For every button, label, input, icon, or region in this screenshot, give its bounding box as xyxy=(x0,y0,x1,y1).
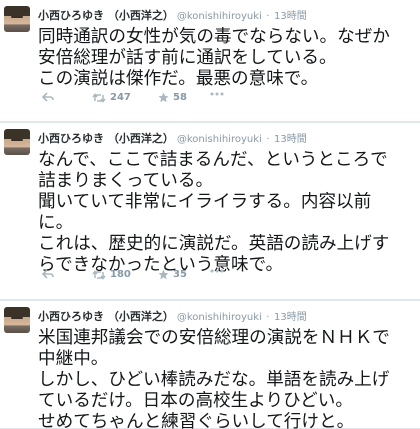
tweet-text-line: 同時通訳の女性が気の毒でならない。なぜか xyxy=(38,27,390,47)
retweet-button[interactable]: 180 xyxy=(92,269,131,280)
tweet-text-line: なんで、ここで詰まるんだ、というところで xyxy=(38,150,388,170)
separator: · xyxy=(266,134,270,145)
favorite-count: 58 xyxy=(173,92,187,103)
user-handle[interactable]: @konishihiroyuki xyxy=(177,11,262,22)
user-name[interactable]: 小西ひろゆき （小西洋之） xyxy=(38,132,174,145)
avatar[interactable] xyxy=(4,307,30,333)
tweet-text-line: 詰まりまくっている。 xyxy=(38,171,214,191)
favorite-button[interactable]: 58 xyxy=(158,92,187,103)
retweet-count: 180 xyxy=(110,269,131,280)
more-icon xyxy=(210,92,224,96)
user-name[interactable]: 小西ひろゆき （小西洋之） xyxy=(38,310,174,323)
tweet[interactable]: 小西ひろゆき （小西洋之） @konishihiroyuki · 13時間 同時通… xyxy=(0,0,420,122)
tweet-header: 小西ひろゆき （小西洋之） @konishihiroyuki · 13時間 xyxy=(38,132,307,147)
timestamp[interactable]: 13時間 xyxy=(274,312,307,323)
favorite-icon xyxy=(158,269,169,280)
user-name[interactable]: 小西ひろゆき （小西洋之） xyxy=(38,9,174,22)
timestamp[interactable]: 13時間 xyxy=(274,134,307,145)
separator: · xyxy=(266,312,270,323)
reply-button[interactable] xyxy=(42,269,54,279)
tweet-text-line: ているだけ。日本の高校生よりひどい。 xyxy=(38,391,353,411)
user-handle[interactable]: @konishihiroyuki xyxy=(177,134,262,145)
tweet-text: 米国連邦議会での安倍総理の演説をＮＨＫで 中継中。 しかし、ひどい棒読みだな。単… xyxy=(38,328,416,429)
tweet-text: 同時通訳の女性が気の毒でならない。なぜか 安倍総理が話す前に通訳をしている。 こ… xyxy=(38,27,416,90)
tweet-text-line: 中継中。 xyxy=(38,349,109,369)
tweet-text-line: 安倍総理が話す前に通訳をしている。 xyxy=(38,48,337,68)
tweet-header: 小西ひろゆき （小西洋之） @konishihiroyuki · 13時間 xyxy=(38,9,307,24)
retweet-count: 247 xyxy=(110,92,131,103)
tweet-text: なんで、ここで詰まるんだ、というところで 詰まりまくっている。 聞いていて非常に… xyxy=(38,150,416,276)
favorite-icon xyxy=(158,92,169,103)
tweet-feed: 小西ひろゆき （小西洋之） @konishihiroyuki · 13時間 同時通… xyxy=(0,0,420,429)
more-button[interactable] xyxy=(210,269,224,273)
reply-icon xyxy=(42,269,54,279)
tweet-text-line: この演説は傑作だ。最悪の意味で。 xyxy=(38,69,319,89)
tweet-text-line: せめてちゃんと練習ぐらいして行けと。 xyxy=(38,412,355,429)
favorite-count: 35 xyxy=(173,269,187,280)
tweet-header: 小西ひろゆき （小西洋之） @konishihiroyuki · 13時間 xyxy=(38,310,307,325)
reply-icon xyxy=(42,92,54,102)
retweet-button[interactable]: 247 xyxy=(92,92,131,103)
avatar[interactable] xyxy=(4,129,30,155)
avatar[interactable] xyxy=(4,6,30,32)
tweet[interactable]: 小西ひろゆき （小西洋之） @konishihiroyuki · 13時間 米国連… xyxy=(0,300,420,429)
favorite-button[interactable]: 35 xyxy=(158,269,187,280)
tweet[interactable]: 小西ひろゆき （小西洋之） @konishihiroyuki · 13時間 なんで… xyxy=(0,122,420,300)
tweet-text-line: 聞いていて非常にイライラする。内容以前 xyxy=(38,192,372,212)
retweet-icon xyxy=(92,92,106,103)
more-icon xyxy=(210,269,224,273)
more-button[interactable] xyxy=(210,92,224,96)
separator: · xyxy=(266,11,270,22)
tweet-text-line: に。 xyxy=(38,213,74,233)
retweet-icon xyxy=(92,269,106,280)
tweet-text-line: これは、歴史的に演説だ。英語の読み上げす xyxy=(38,234,390,254)
tweet-text-line: 米国連邦議会での安倍総理の演説をＮＨＫで xyxy=(38,328,390,348)
timestamp[interactable]: 13時間 xyxy=(274,11,307,22)
tweet-text-line: しかし、ひどい棒読みだな。単語を読み上げ xyxy=(38,370,390,390)
reply-button[interactable] xyxy=(42,92,54,102)
user-handle[interactable]: @konishihiroyuki xyxy=(177,312,262,323)
